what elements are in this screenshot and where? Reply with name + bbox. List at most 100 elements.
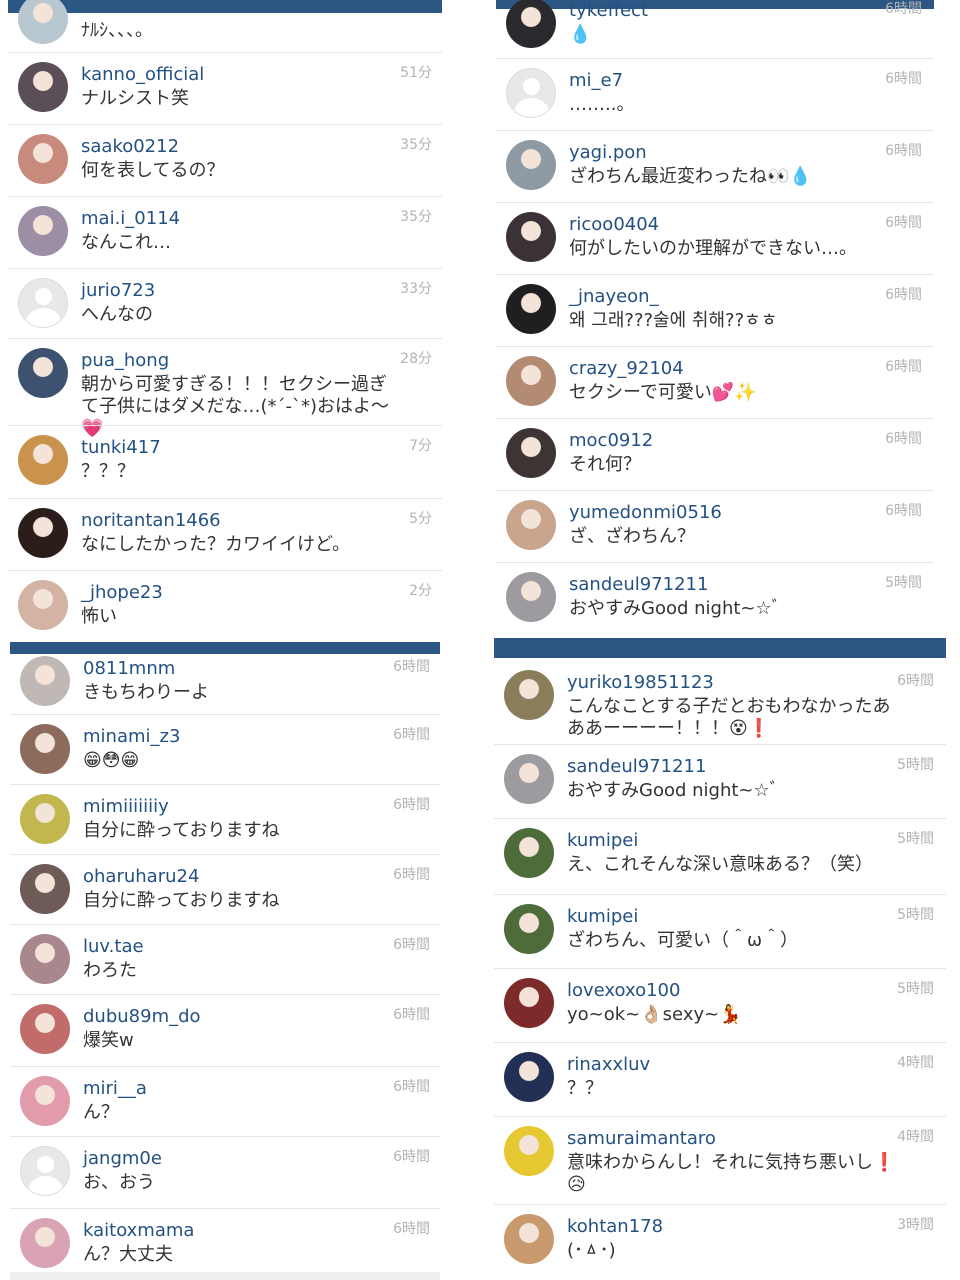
comment-row[interactable]: rinaxxluv ？？ 4時間 <box>494 1042 946 1116</box>
comment-row[interactable]: ﾅﾙｼ、、、。 <box>8 0 442 54</box>
comment-row[interactable]: luv.tae わろた 6時間 <box>10 924 440 994</box>
comment-row[interactable]: mai.i_0114 なんこれ… 35分 <box>8 196 442 266</box>
avatar[interactable] <box>20 1146 70 1196</box>
comment-username[interactable]: moc0912 <box>569 430 653 451</box>
avatar[interactable] <box>506 356 556 406</box>
avatar[interactable] <box>20 724 70 774</box>
avatar[interactable] <box>506 140 556 190</box>
comment-username[interactable]: mi_e7 <box>569 70 623 91</box>
comment-row[interactable]: yuriko19851123 こんなことする子だとおもわなかったあああーーーー！！… <box>494 660 946 739</box>
avatar[interactable] <box>506 68 556 118</box>
comment-username[interactable]: pua_hong <box>81 350 169 371</box>
comment-row[interactable]: sandeul971211 おやすみGood night~☆ﾞ 5時間 <box>494 744 946 818</box>
comment-row[interactable]: sandeul971211 おやすみGood night~☆ﾞ 5時間 <box>496 562 934 634</box>
comment-row[interactable]: kaitoxmama ん？大丈夫 6時間 <box>10 1208 440 1278</box>
avatar[interactable] <box>506 0 556 48</box>
comment-row[interactable]: dubu89m_do 爆笑w 6時間 <box>10 994 440 1064</box>
avatar[interactable] <box>504 1052 554 1102</box>
avatar[interactable] <box>20 794 70 844</box>
avatar[interactable] <box>20 656 70 706</box>
comment-row[interactable]: _jnayeon_ 왜 그래???술에 취해??ㅎㅎ 6時間 <box>496 274 934 346</box>
comment-username[interactable]: sandeul971211 <box>567 756 706 777</box>
avatar[interactable] <box>18 206 68 256</box>
comment-username[interactable]: kumipei <box>567 906 638 927</box>
avatar[interactable] <box>504 1214 554 1264</box>
comment-username[interactable]: _jhope23 <box>81 582 163 603</box>
avatar[interactable] <box>18 278 68 328</box>
comment-row[interactable]: ricoo0404 何がしたいのか理解ができない…。 6時間 <box>496 202 934 274</box>
avatar[interactable] <box>506 284 556 334</box>
avatar[interactable] <box>18 62 68 112</box>
comment-row[interactable]: kumipei え、これそんな深い意味ある？（笑） 5時間 <box>494 818 946 892</box>
comment-row[interactable]: miri__a ん？ 6時間 <box>10 1066 440 1136</box>
comment-username[interactable]: kumipei <box>567 830 638 851</box>
avatar[interactable] <box>18 508 68 558</box>
avatar[interactable] <box>506 572 556 622</box>
comment-username[interactable]: samuraimantaro <box>567 1128 716 1149</box>
comment-username[interactable]: tunki417 <box>81 437 161 458</box>
comment-row[interactable]: 0811mnm きもちわりーよ 6時間 <box>10 646 440 716</box>
avatar[interactable] <box>504 828 554 878</box>
comment-row[interactable]: _jhope23 怖い 2分 <box>8 570 442 640</box>
comment-username[interactable]: saako0212 <box>81 136 179 157</box>
comment-row[interactable]: jangm0e お、おう 6時間 <box>10 1136 440 1206</box>
comment-username[interactable]: yumedonmi0516 <box>569 502 722 523</box>
comment-username[interactable]: yuriko19851123 <box>567 672 714 693</box>
comment-username[interactable]: noritantan1466 <box>81 510 221 531</box>
comment-username[interactable]: 0811mnm <box>83 658 175 679</box>
avatar[interactable] <box>18 134 68 184</box>
comment-username[interactable]: crazy_92104 <box>569 358 684 379</box>
comment-username[interactable]: tykeffect <box>569 0 648 21</box>
avatar[interactable] <box>504 904 554 954</box>
comment-username[interactable]: jurio723 <box>81 280 155 301</box>
comment-row[interactable]: noritantan1466 なにしたかった？カワイイけど。 5分 <box>8 498 442 568</box>
comment-username[interactable]: jangm0e <box>83 1148 162 1169</box>
avatar[interactable] <box>506 428 556 478</box>
comment-username[interactable]: yagi.pon <box>569 142 647 163</box>
avatar[interactable] <box>20 1218 70 1268</box>
comment-row[interactable]: mimiiiiiiiy 自分に酔っておりますね 6時間 <box>10 784 440 854</box>
avatar[interactable] <box>18 435 68 485</box>
comment-username[interactable]: sandeul971211 <box>569 574 708 595</box>
comment-username[interactable]: oharuharu24 <box>83 866 199 887</box>
avatar[interactable] <box>20 1004 70 1054</box>
comment-row[interactable]: saako0212 何を表してるの？ 35分 <box>8 124 442 194</box>
avatar[interactable] <box>18 580 68 630</box>
comment-username[interactable]: rinaxxluv <box>567 1054 650 1075</box>
comment-row[interactable]: lovexoxo100 yo~ok~👌🏼sexy~💃 5時間 <box>494 968 946 1042</box>
comment-username[interactable]: mai.i_0114 <box>81 208 180 229</box>
avatar[interactable] <box>504 978 554 1028</box>
comment-row[interactable]: mi_e7 ……..。 6時間 <box>496 58 934 130</box>
comment-row[interactable]: kumipei ざわちん、可愛い（＾ω＾） 5時間 <box>494 894 946 968</box>
comment-row[interactable]: jurio723 へんなの 33分 <box>8 268 442 338</box>
comment-row[interactable]: yagi.pon ざわちん最近変わったね👀💧 6時間 <box>496 130 934 202</box>
avatar[interactable] <box>504 754 554 804</box>
comment-username[interactable]: ricoo0404 <box>569 214 659 235</box>
comment-row[interactable]: kohtan178 (･ㅿ･) 3時間 <box>494 1204 946 1278</box>
avatar[interactable] <box>506 212 556 262</box>
comment-row[interactable]: kanno_official ナルシスト笑 51分 <box>8 52 442 122</box>
avatar[interactable] <box>20 934 70 984</box>
comment-username[interactable]: kohtan178 <box>567 1216 663 1237</box>
comment-row[interactable]: moc0912 それ何？ 6時間 <box>496 418 934 490</box>
comment-username[interactable]: kaitoxmama <box>83 1220 194 1241</box>
comment-row[interactable]: crazy_92104 セクシーで可愛い💕✨ 6時間 <box>496 346 934 418</box>
comment-row[interactable]: samuraimantaro 意味わからんし！それに気持ち悪いし❗😥 4時間 <box>494 1116 946 1195</box>
comment-username[interactable]: minami_z3 <box>83 726 180 747</box>
comment-username[interactable]: mimiiiiiiiy <box>83 796 169 817</box>
avatar[interactable] <box>504 1126 554 1176</box>
comment-row[interactable]: minami_z3 😁😳😁 6時間 <box>10 714 440 784</box>
comment-row[interactable]: pua_hong 朝から可愛すぎる！！！セクシー過ぎて子供にはダメだな…(*´-`… <box>8 338 442 439</box>
comment-username[interactable]: miri__a <box>83 1078 147 1099</box>
avatar[interactable] <box>20 1076 70 1126</box>
comment-username[interactable]: dubu89m_do <box>83 1006 201 1027</box>
comment-row[interactable]: oharuharu24 自分に酔っておりますね 6時間 <box>10 854 440 924</box>
avatar[interactable] <box>504 670 554 720</box>
avatar[interactable] <box>18 0 68 44</box>
avatar[interactable] <box>506 500 556 550</box>
comment-row[interactable]: yumedonmi0516 ざ、ざわちん？ 6時間 <box>496 490 934 562</box>
comment-username[interactable]: lovexoxo100 <box>567 980 680 1001</box>
comment-username[interactable]: _jnayeon_ <box>569 286 659 307</box>
avatar[interactable] <box>20 864 70 914</box>
comment-row[interactable]: tunki417 ？？？ 7分 <box>8 425 442 495</box>
